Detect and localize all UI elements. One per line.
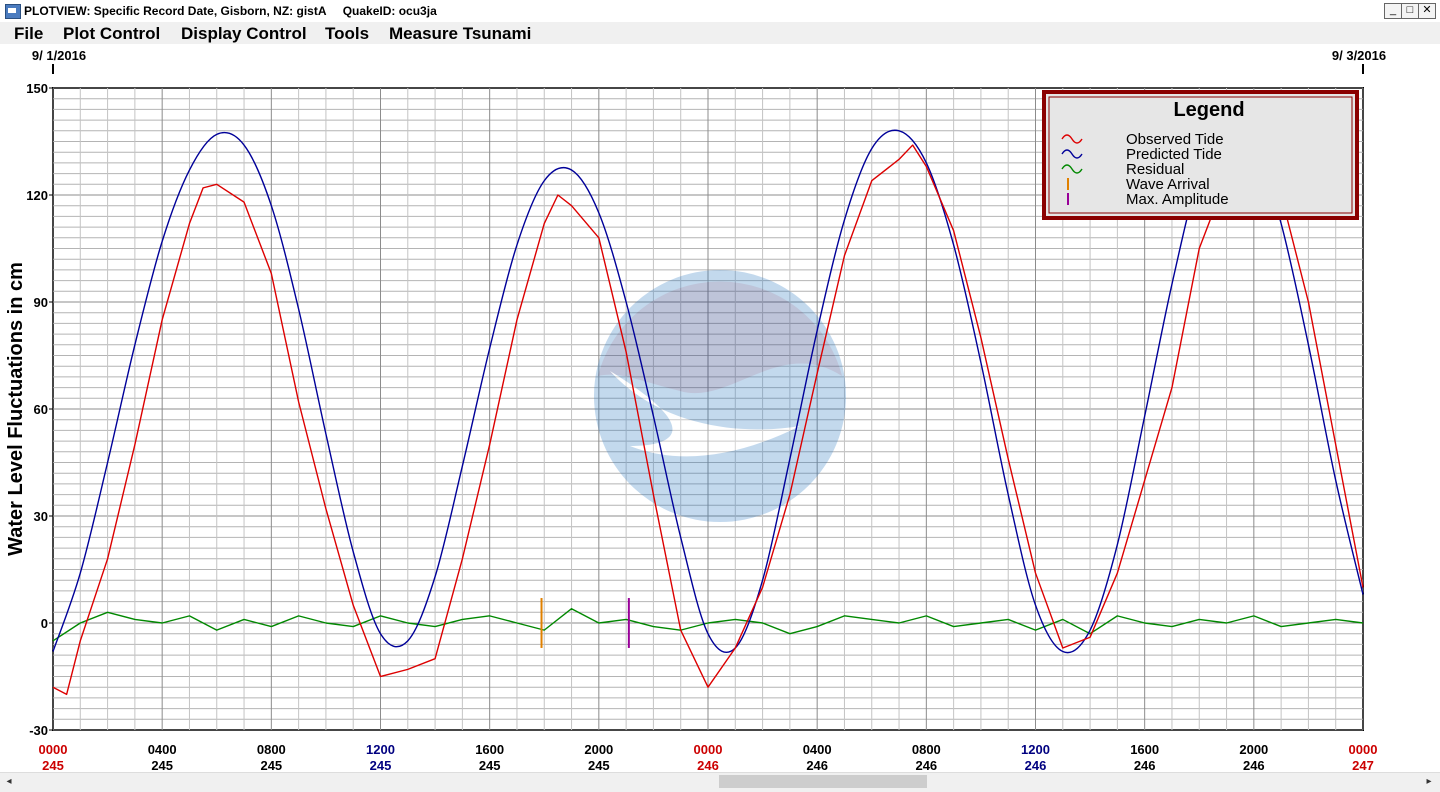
x-tick-time-label: 1600 bbox=[475, 742, 504, 757]
x-tick-day-label: 246 bbox=[1243, 758, 1265, 772]
x-tick-time-label: 0000 bbox=[1349, 742, 1378, 757]
scroll-left-arrow-icon[interactable]: ◂ bbox=[2, 775, 16, 789]
x-tick-day-label: 246 bbox=[806, 758, 828, 772]
x-tick-day-label: 246 bbox=[915, 758, 937, 772]
y-tick-label: -30 bbox=[29, 723, 48, 738]
minimize-button[interactable]: _ bbox=[1384, 3, 1402, 19]
x-tick-day-label: 245 bbox=[260, 758, 282, 772]
x-tick-time-label: 1200 bbox=[366, 742, 395, 757]
title-bar: PLOTVIEW: Specific Record Date, Gisborn,… bbox=[0, 0, 1440, 23]
scrollbar-thumb[interactable] bbox=[719, 775, 927, 788]
menu-tools[interactable]: Tools bbox=[325, 24, 369, 44]
y-tick-label: 90 bbox=[34, 295, 48, 310]
x-tick-day-label: 245 bbox=[151, 758, 173, 772]
menu-file[interactable]: File bbox=[14, 24, 43, 44]
x-tick-time-label: 0800 bbox=[257, 742, 286, 757]
x-tick-day-label: 246 bbox=[1134, 758, 1156, 772]
x-tick-time-label: 0400 bbox=[803, 742, 832, 757]
x-tick-time-label: 1600 bbox=[1130, 742, 1159, 757]
legend: Legend Observed TidePredicted TideResidu… bbox=[1042, 90, 1359, 220]
x-tick-day-label: 246 bbox=[697, 758, 719, 772]
x-tick-day-label: 245 bbox=[42, 758, 64, 772]
tide-chart[interactable]: 9/ 1/2016 9/ 3/2016 150 120 90 60 30 0 -30 Wat… bbox=[0, 44, 1440, 773]
x-tick-day-label: 245 bbox=[588, 758, 610, 772]
x-tick-day-label: 247 bbox=[1352, 758, 1374, 772]
menu-bar: File Plot Control Display Control Tools … bbox=[0, 22, 1440, 44]
menu-plot-control[interactable]: Plot Control bbox=[63, 24, 160, 44]
x-tick-time-label: 1200 bbox=[1021, 742, 1050, 757]
x-tick-day-label: 245 bbox=[479, 758, 501, 772]
y-tick-label: 120 bbox=[26, 188, 48, 203]
window-title: PLOTVIEW: Specific Record Date, Gisborn,… bbox=[24, 4, 437, 18]
date-end-label: 9/ 3/2016 bbox=[1332, 48, 1386, 63]
menu-measure-tsunami[interactable]: Measure Tsunami bbox=[389, 24, 531, 44]
x-tick-time-label: 0800 bbox=[912, 742, 941, 757]
x-tick-day-label: 245 bbox=[370, 758, 392, 772]
x-tick-time-label: 2000 bbox=[584, 742, 613, 757]
horizontal-scrollbar[interactable]: ◂ ▸ bbox=[0, 772, 1440, 790]
scroll-right-arrow-icon[interactable]: ▸ bbox=[1422, 775, 1436, 789]
app-icon bbox=[5, 4, 21, 19]
x-tick-time-label: 0400 bbox=[148, 742, 177, 757]
y-tick-label: 0 bbox=[41, 616, 48, 631]
date-start-label: 9/ 1/2016 bbox=[32, 48, 86, 63]
x-tick-day-label: 246 bbox=[1025, 758, 1047, 772]
close-button[interactable]: ✕ bbox=[1418, 3, 1436, 19]
menu-display-control[interactable]: Display Control bbox=[181, 24, 307, 44]
y-tick-label: 60 bbox=[34, 402, 48, 417]
y-tick-label: 30 bbox=[34, 509, 48, 524]
x-tick-time-label: 2000 bbox=[1239, 742, 1268, 757]
y-tick-label: 150 bbox=[26, 81, 48, 96]
legend-title: Legend bbox=[1173, 99, 1244, 121]
plot-area[interactable]: 9/ 1/2016 9/ 3/2016 150 120 90 60 30 0 -30 Wat… bbox=[0, 44, 1440, 773]
x-tick-time-label: 0000 bbox=[39, 742, 68, 757]
legend-entry-label: Max. Amplitude bbox=[1126, 191, 1229, 208]
y-axis-label: Water Level Fluctuations in cm bbox=[5, 262, 27, 556]
x-tick-time-label: 0000 bbox=[694, 742, 723, 757]
maximize-button[interactable]: □ bbox=[1401, 3, 1419, 19]
noaa-emblem-watermark bbox=[594, 270, 846, 522]
